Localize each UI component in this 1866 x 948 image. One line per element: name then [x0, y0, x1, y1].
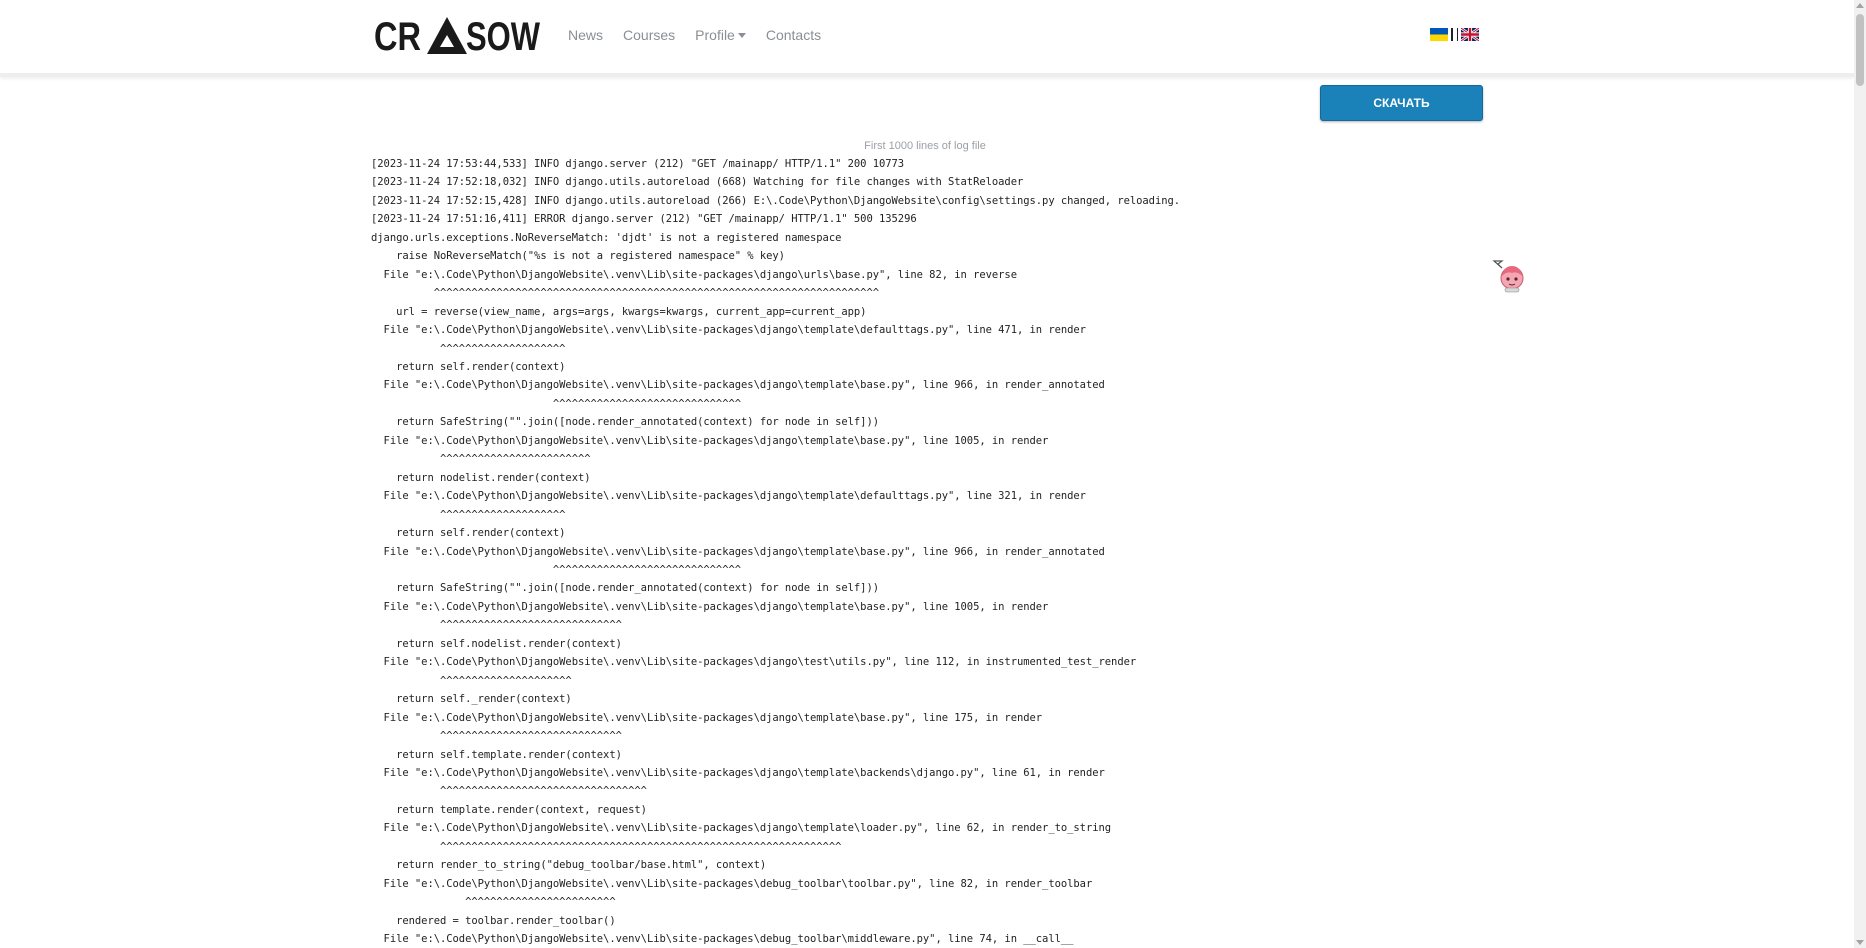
log-line: File "e:\.Code\Python\DjangoWebsite\.ven…	[371, 766, 1105, 779]
ukraine-flag-icon[interactable]	[1430, 28, 1448, 41]
log-line: return SafeString("".join([node.render_a…	[371, 582, 879, 595]
nav-news[interactable]: News	[568, 27, 603, 43]
log-line: return render_to_string("debug_toolbar/b…	[371, 859, 767, 872]
log-line: return self.render(context)	[371, 527, 566, 540]
svg-text:CR: CR	[374, 15, 421, 56]
language-switcher	[1430, 28, 1479, 41]
svg-text:SOW: SOW	[466, 15, 540, 56]
log-line: File "e:\.Code\Python\DjangoWebsite\.ven…	[371, 656, 1137, 669]
log-line: ^^^^^^^^^^^^^^^^^^^^^^^^^^^^^^^^^^^^^^^^…	[371, 840, 842, 853]
log-line: raise NoReverseMatch("%s is not a regist…	[371, 250, 785, 263]
log-line: return self.template.render(context)	[371, 748, 622, 761]
log-line: File "e:\.Code\Python\DjangoWebsite\.ven…	[371, 379, 1105, 392]
nav-profile-dropdown[interactable]: Profile	[695, 27, 746, 43]
log-line: File "e:\.Code\Python\DjangoWebsite\.ven…	[371, 822, 1112, 835]
log-line: File "e:\.Code\Python\DjangoWebsite\.ven…	[371, 545, 1105, 558]
language-divider	[1451, 28, 1453, 41]
log-line: ^^^^^^^^^^^^^^^^^^^^	[371, 342, 566, 355]
log-line: File "e:\.Code\Python\DjangoWebsite\.ven…	[371, 434, 1049, 447]
log-line: ^^^^^^^^^^^^^^^^^^^^^^^^	[371, 453, 591, 466]
log-line: File "e:\.Code\Python\DjangoWebsite\.ven…	[371, 877, 1093, 890]
log-line: File "e:\.Code\Python\DjangoWebsite\.ven…	[371, 711, 1043, 724]
log-line: File "e:\.Code\Python\DjangoWebsite\.ven…	[371, 490, 1086, 503]
top-navbar: CR SOW News Courses Profile Contacts	[0, 0, 1854, 77]
log-line: File "e:\.Code\Python\DjangoWebsite\.ven…	[371, 324, 1086, 337]
caret-down-icon	[737, 33, 746, 38]
log-line: return self._render(context)	[371, 693, 572, 706]
log-line: ^^^^^^^^^^^^^^^^^^^^^^^^	[371, 896, 616, 909]
log-line: url = reverse(view_name, args=args, kwar…	[371, 305, 867, 318]
log-caption: First 1000 lines of log file	[864, 140, 986, 152]
download-button[interactable]: СКАЧАТЬ	[1320, 85, 1483, 121]
nav-contacts[interactable]: Contacts	[766, 27, 821, 43]
log-line: [2023-11-24 17:52:18,032] INFO django.ut…	[371, 176, 1024, 189]
mascot-icon[interactable]	[1492, 259, 1526, 293]
log-line: ^^^^^^^^^^^^^^^^^^^^^^^^^^^^^	[371, 730, 622, 743]
log-line: [2023-11-24 17:51:16,411] ERROR django.s…	[371, 213, 917, 226]
log-line: ^^^^^^^^^^^^^^^^^^^^^^^^^^^^^^^^^	[371, 785, 647, 798]
brand-logo[interactable]: CR SOW	[374, 15, 540, 56]
log-line: ^^^^^^^^^^^^^^^^^^^^^^^^^^^^^	[371, 619, 622, 632]
scroll-up-icon[interactable]	[1856, 3, 1864, 8]
scroll-down-icon[interactable]	[1856, 940, 1864, 945]
log-line: django.urls.exceptions.NoReverseMatch: '…	[371, 231, 842, 244]
log-line: [2023-11-24 17:52:15,428] INFO django.ut…	[371, 194, 1181, 207]
log-line: File "e:\.Code\Python\DjangoWebsite\.ven…	[371, 933, 1074, 946]
language-divider	[1457, 28, 1458, 41]
page-scrollbar[interactable]	[1854, 0, 1866, 948]
uk-flag-icon[interactable]	[1461, 28, 1479, 41]
main-nav: News Courses Profile Contacts	[568, 27, 821, 43]
nav-profile-label: Profile	[695, 27, 735, 43]
log-line: return self.render(context)	[371, 360, 566, 373]
log-output: [2023-11-24 17:53:44,533] INFO django.se…	[371, 155, 1371, 948]
log-line: ^^^^^^^^^^^^^^^^^^^^	[371, 508, 566, 521]
log-line: File "e:\.Code\Python\DjangoWebsite\.ven…	[371, 268, 1018, 281]
log-line: ^^^^^^^^^^^^^^^^^^^^^^^^^^^^^^^^^^^^^^^^…	[371, 287, 879, 300]
log-line: ^^^^^^^^^^^^^^^^^^^^^	[371, 674, 572, 687]
log-line: return SafeString("".join([node.render_a…	[371, 416, 879, 429]
log-line: File "e:\.Code\Python\DjangoWebsite\.ven…	[371, 600, 1049, 613]
log-line: [2023-11-24 17:53:44,533] INFO django.se…	[371, 158, 905, 170]
scrollbar-thumb[interactable]	[1856, 14, 1864, 86]
log-line: return self.nodelist.render(context)	[371, 637, 622, 650]
log-line: rendered = toolbar.render_toolbar()	[371, 914, 616, 927]
log-line: return template.render(context, request)	[371, 803, 647, 816]
log-line: return nodelist.render(context)	[371, 471, 591, 484]
nav-courses[interactable]: Courses	[623, 27, 675, 43]
log-line: ^^^^^^^^^^^^^^^^^^^^^^^^^^^^^^	[371, 563, 742, 576]
log-line: ^^^^^^^^^^^^^^^^^^^^^^^^^^^^^^	[371, 397, 742, 410]
